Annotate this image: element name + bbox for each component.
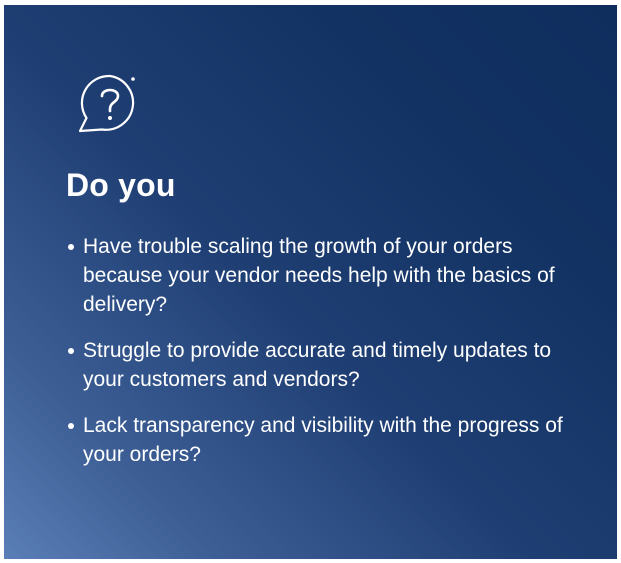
bullet-item: Have trouble scaling the growth of your …: [68, 232, 568, 319]
question-bubble-icon: [70, 70, 150, 136]
info-card: Do you Have trouble scaling the growth o…: [4, 5, 617, 559]
bullet-list: Have trouble scaling the growth of your …: [68, 232, 568, 486]
bullet-item: Lack transparency and visibility with th…: [68, 411, 568, 469]
heading: Do you: [66, 167, 176, 203]
bullet-item: Struggle to provide accurate and timely …: [68, 336, 568, 394]
